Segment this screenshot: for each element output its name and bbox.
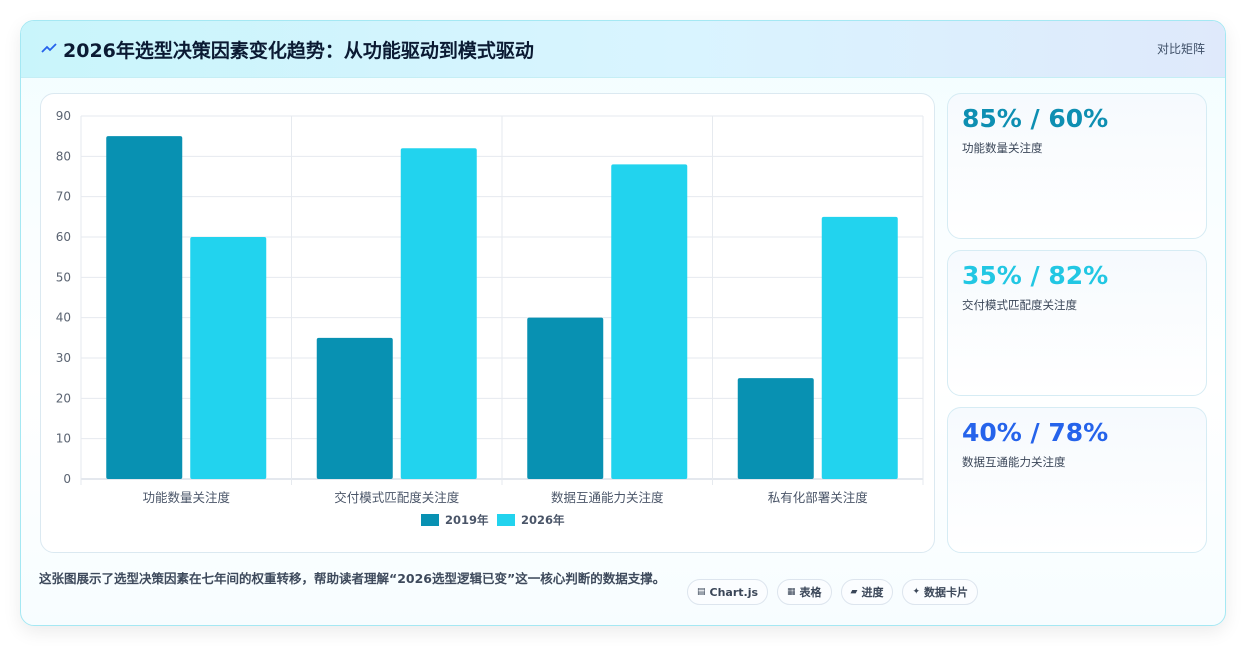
bar [190,237,267,479]
chip-label: Chart.js [709,585,759,599]
stat-label: 交付模式匹配度关注度 [962,298,1077,312]
x-tick-label: 交付模式匹配度关注度 [334,490,460,505]
page-title: 2026年选型决策因素变化趋势：从功能驱动到模式驱动 [63,40,534,62]
chart-icon: ▤ [697,587,706,597]
stat-label: 功能数量关注度 [962,141,1043,155]
y-tick-label: 10 [56,432,71,446]
legend-swatch [421,514,439,526]
bar-chart: 0 10 20 30 40 50 60 70 80 90 功能数量关注度 交付模式匹配度关注度 数据互通… [56,109,924,527]
bar [527,317,604,479]
bar [611,164,688,479]
sparkle-icon: ✦ [912,587,921,597]
stat-value: 85% / 60% [962,104,1109,133]
chip-data-cards[interactable]: ✦ 数据卡片 [902,579,979,605]
stat-card-2: 35% / 82% 交付模式匹配度关注度 [947,250,1207,396]
y-tick-label: 50 [56,270,71,284]
bar [821,216,898,479]
y-tick-label: 30 [56,351,71,365]
legend-label: 2026年 [521,513,565,527]
bar [106,136,183,479]
stat-value: 35% / 82% [962,261,1109,290]
report-card: 2026年选型决策因素变化趋势：从功能驱动到模式驱动 对比矩阵 0 10 20 30 4… [20,20,1226,626]
x-tick-label: 功能数量关注度 [142,490,230,505]
y-tick-label: 70 [56,190,71,204]
x-tick-label: 私有化部署关注度 [768,490,869,505]
chip-progress[interactable]: ▰ 进度 [840,579,894,605]
bar [400,148,477,479]
y-tick-label: 90 [56,109,71,123]
chip-chartjs[interactable]: ▤ Chart.js [687,579,769,605]
progress-icon: ▰ [850,587,858,597]
stat-value: 40% / 78% [962,418,1109,447]
y-tick-label: 20 [56,391,71,405]
chart-panel: 0 10 20 30 40 50 60 70 80 90 功能数量关注度 交付模式匹配度关注度 数据互通… [40,93,935,553]
bar [316,337,393,479]
chip-label: 进度 [861,586,884,599]
view-toggle-label[interactable]: 对比矩阵 [1157,40,1205,57]
y-tick-label: 0 [63,472,71,486]
card-header: 2026年选型决策因素变化趋势：从功能驱动到模式驱动 对比矩阵 [21,21,1225,78]
y-tick-label: 60 [56,230,71,244]
stat-label: 数据互通能力关注度 [962,455,1066,469]
legend-swatch [497,514,515,526]
chip-table[interactable]: ▦ 表格 [777,579,832,605]
stat-card-3: 40% / 78% 数据互通能力关注度 [947,407,1207,553]
bar [737,378,814,479]
legend-label: 2019年 [445,513,489,527]
y-tick-label: 80 [56,149,71,163]
table-icon: ▦ [787,587,796,597]
y-tick-label: 40 [56,311,71,325]
view-chips: ▤ Chart.js ▦ 表格 ▰ 进度 ✦ 数据卡片 [687,579,979,605]
stat-card-1: 85% / 60% 功能数量关注度 [947,93,1207,239]
trend-line-icon [41,43,57,53]
x-tick-label: 数据互通能力关注度 [551,490,664,505]
chart-description: 这张图展示了选型决策因素在七年间的权重转移，帮助读者理解“2026选型逻辑已变”… [39,571,666,586]
chip-label: 表格 [799,586,822,599]
chip-label: 数据卡片 [924,586,969,599]
